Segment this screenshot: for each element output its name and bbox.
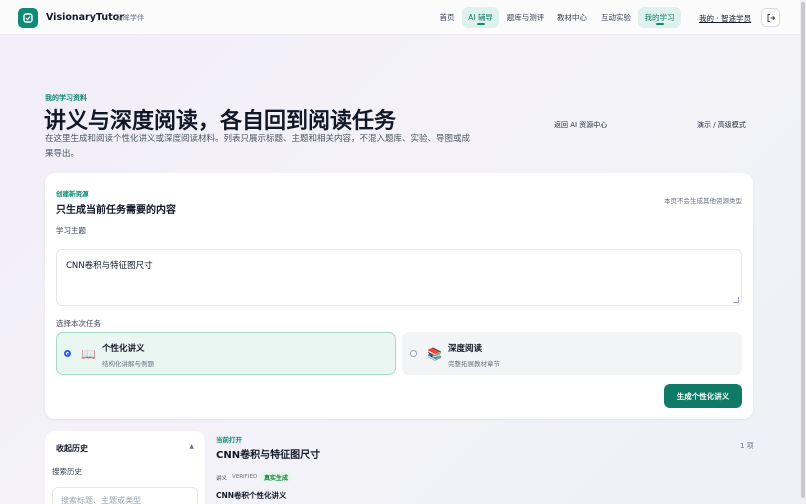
create-resource-card: 创建新资源 只生成当前任务需要的内容 本页不会生成其他资源类型 学习主题 CNN… [45, 173, 753, 419]
logout-icon [767, 13, 775, 22]
chevron-up-icon[interactable]: ▲ [189, 443, 194, 450]
history-search-input[interactable]: 搜索标题、主题或类型 [52, 487, 198, 504]
option-title: 深度阅读 [448, 344, 483, 354]
hero-eyebrow: 我的学习资料 [45, 94, 87, 102]
task-label: 选择本次任务 [56, 319, 101, 328]
user-profile-link[interactable]: 我的 · 智途学员 [699, 13, 751, 24]
logo-icon[interactable] [18, 8, 38, 28]
option-personalized-handout[interactable]: 📖 个性化讲义 结构化讲解与例题 [56, 332, 396, 375]
book-icon: 📖 [81, 347, 96, 361]
item-count: 1 项 [740, 442, 754, 450]
logout-button[interactable] [761, 8, 780, 27]
option-title: 个性化讲义 [102, 344, 145, 354]
card-eyebrow: 创建新资源 [56, 190, 89, 198]
option-subtitle: 结构化讲解与例题 [102, 360, 154, 368]
brand-subtitle: 智眸学伴 [116, 14, 144, 22]
history-search-label: 搜索历史 [52, 467, 82, 476]
nav-textbook-center[interactable]: 教材中心 [553, 7, 591, 28]
history-panel: 收起历史 ▲ 搜索历史 搜索标题、主题或类型 [45, 431, 205, 504]
current-item-title[interactable]: CNN卷积个性化讲义 [216, 490, 287, 501]
radio-selected[interactable] [64, 350, 71, 357]
back-to-ai-resources-link[interactable]: 返回 AI 资源中心 [554, 120, 607, 130]
books-icon: 📚 [427, 347, 442, 361]
real-generated-badge: 真实生成 [260, 472, 293, 482]
collapse-history-toggle[interactable]: 收起历史 [56, 443, 88, 454]
scrollbar-thumb[interactable] [801, 2, 805, 498]
current-eyebrow: 当前打开 [216, 436, 242, 444]
card-note: 本页不会生成其他资源类型 [664, 197, 742, 205]
card-title: 只生成当前任务需要的内容 [56, 205, 176, 216]
topic-textarea[interactable]: CNN卷积与特征图尺寸 [56, 249, 742, 306]
nav-home[interactable]: 首页 [433, 7, 461, 28]
option-deep-reading[interactable]: 📚 深度阅读 完整拓展教材章节 [402, 332, 742, 375]
generate-handout-button[interactable]: 生成个性化讲义 [664, 384, 742, 408]
verified-tag: VERIFIED [232, 474, 258, 480]
topic-label: 学习主题 [56, 226, 86, 235]
top-navigation-bar: VisionaryTutor 智眸学伴 首页 AI 辅导 题库与测评 教材中心 … [0, 0, 800, 35]
demo-advanced-mode-link[interactable]: 演示 / 高级模式 [697, 120, 746, 130]
current-title: CNN卷积与特征图尺寸 [216, 450, 321, 461]
resize-handle[interactable] [733, 297, 739, 303]
nav-my-learning[interactable]: 我的学习 [638, 7, 681, 28]
nav-question-bank[interactable]: 题库与测评 [503, 7, 548, 28]
type-tag: 讲义 [216, 476, 228, 482]
topic-value: CNN卷积与特征图尺寸 [66, 261, 153, 271]
option-subtitle: 完整拓展教材章节 [448, 360, 500, 368]
radio-unselected[interactable] [410, 350, 417, 357]
page-description: 在这里生成和阅读个性化讲义或深度阅读材料。列表只展示标题、主题和相关内容，不混入… [45, 134, 471, 159]
nav-ai-tutoring[interactable]: AI 辅导 [462, 7, 499, 28]
nav-interactive-lab[interactable]: 互动实验 [597, 7, 635, 28]
brand-name[interactable]: VisionaryTutor [46, 12, 124, 23]
page-title: 讲义与深度阅读，各自回到阅读任务 [44, 109, 397, 134]
